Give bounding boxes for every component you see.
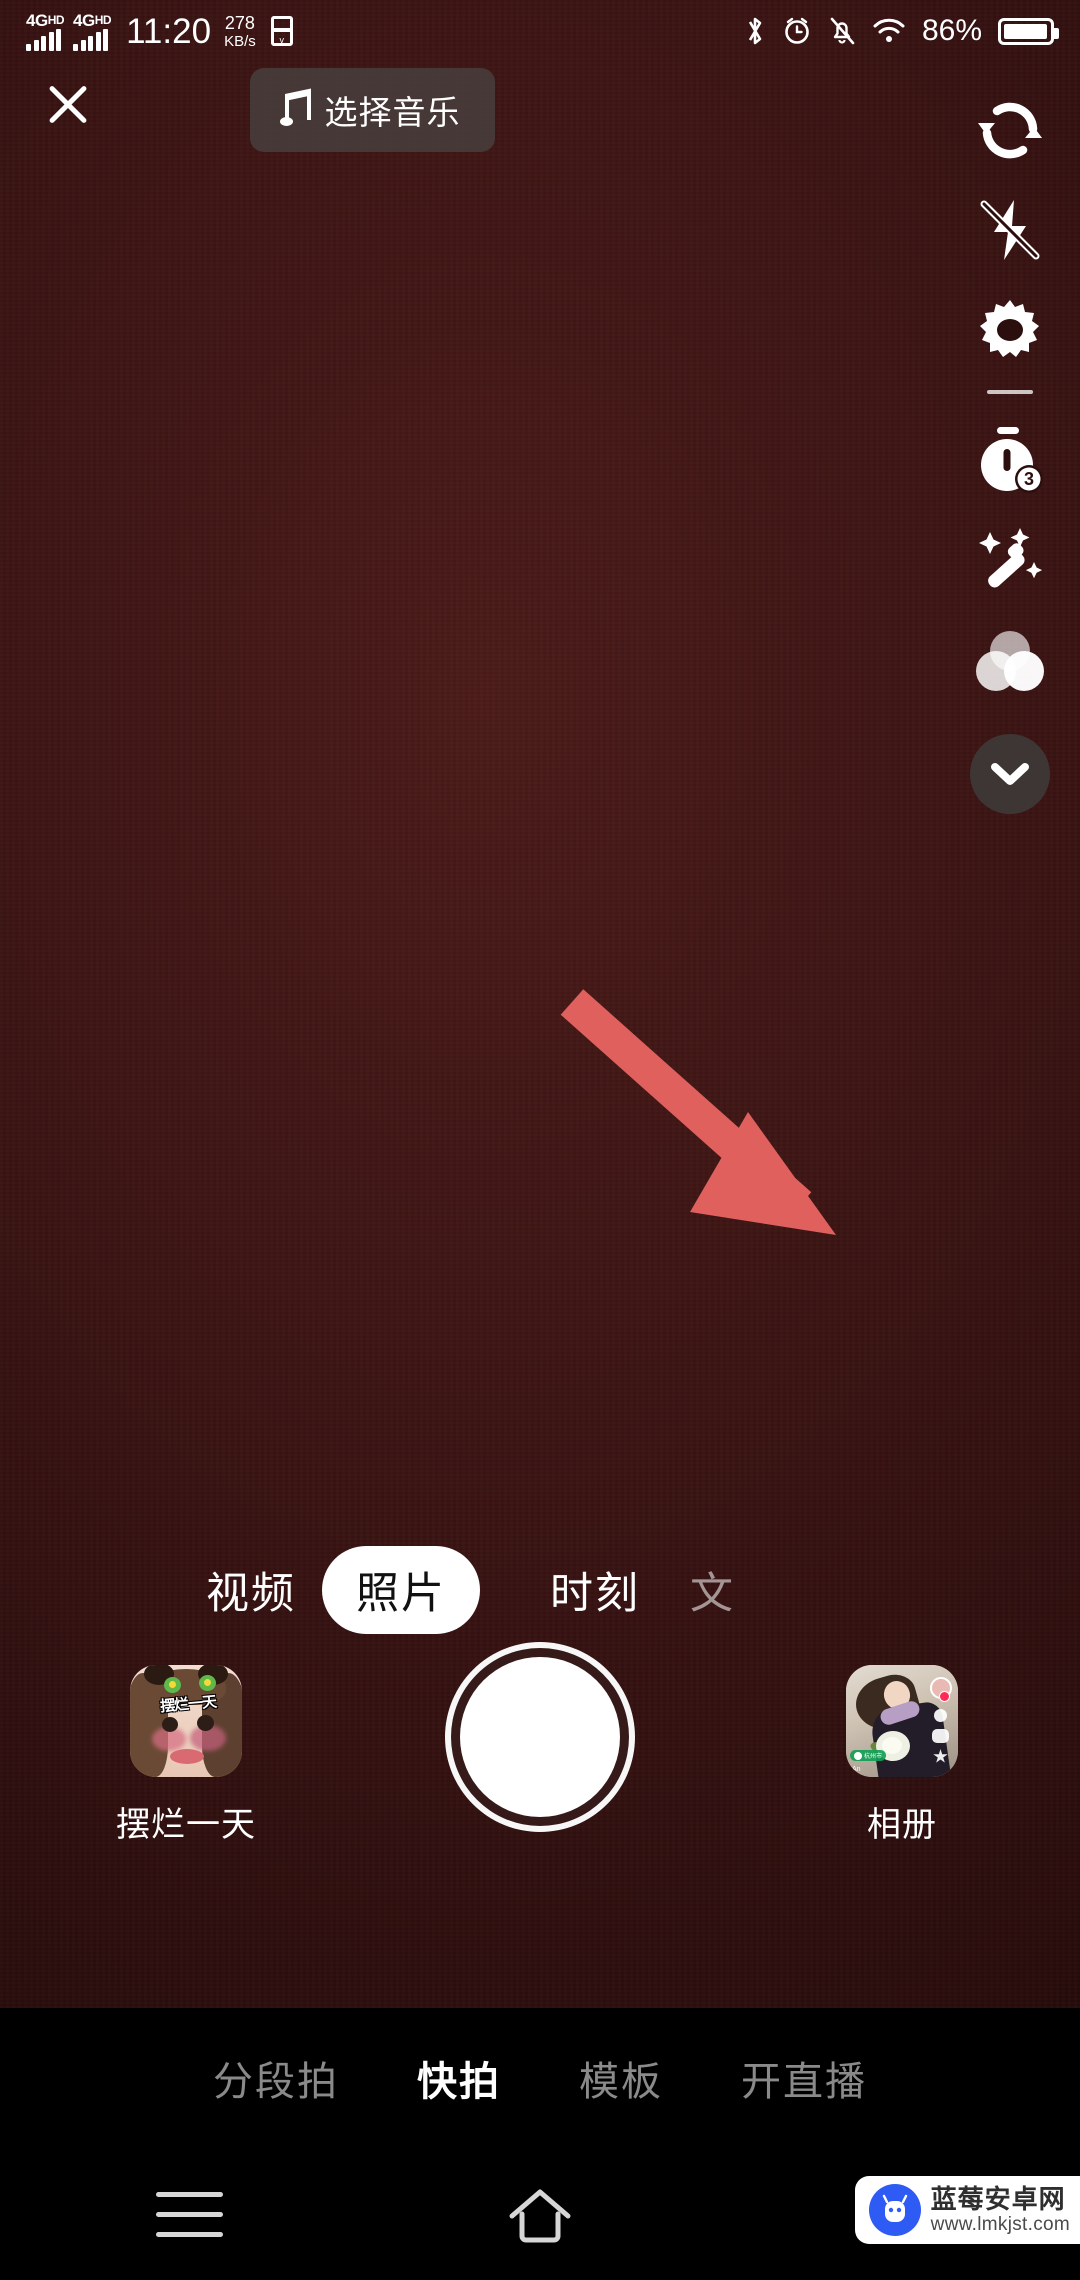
close-icon[interactable]: [34, 70, 102, 138]
gear-icon[interactable]: [955, 280, 1065, 380]
home-icon[interactable]: [500, 2184, 580, 2246]
alarm-icon: [785, 17, 809, 44]
data-rate-unit: KB/s: [224, 32, 256, 50]
effect-label: 摆烂一天: [116, 1806, 256, 1844]
chevron-down-icon: [991, 763, 1029, 785]
status-bar: 4GHD 4GHD 11:20 278 KB/s v 86%: [0, 0, 1080, 62]
album-thumbnail-art: 杭州市 An: [846, 1665, 958, 1777]
mode-text[interactable]: 文: [690, 1549, 736, 1631]
signal-sim1: 4GHD: [26, 10, 65, 51]
tab-template[interactable]: 模板: [579, 2049, 663, 2107]
album-username: An: [852, 1766, 861, 1773]
effect-thumbnail-art: 摆烂一天: [130, 1665, 242, 1777]
flash-off-icon[interactable]: [955, 180, 1065, 280]
network-type-1: 4G: [26, 10, 48, 30]
bluetooth-icon: [748, 17, 762, 45]
menu-icon[interactable]: [150, 2188, 230, 2240]
data-rate-value: 278: [224, 12, 255, 33]
effect-thumbnail: 摆烂一天: [130, 1665, 242, 1777]
mode-moment[interactable]: 时刻: [550, 1549, 640, 1631]
signal-sim2: 4GHD: [73, 10, 112, 51]
site-watermark: 蓝莓安卓网 www.lmkjst.com: [854, 2176, 1080, 2244]
mode-photo[interactable]: 照片: [322, 1546, 480, 1634]
phone-screen: 4GHD 4GHD 11:20 278 KB/s v 86% 选择音乐 3 视频…: [0, 0, 1080, 2280]
album-geo-tag: 杭州市: [850, 1750, 887, 1761]
album-button[interactable]: 杭州市 An 相册: [812, 1665, 992, 1846]
status-clock: 11:20: [126, 11, 212, 51]
watermark-logo-icon: [868, 2184, 921, 2236]
filters-icon[interactable]: [955, 612, 1065, 712]
battery-percent: 86%: [921, 14, 982, 47]
tab-live[interactable]: 开直播: [741, 2049, 867, 2107]
collapse-tools-button[interactable]: [970, 734, 1050, 814]
album-thumbnail: 杭州市 An: [846, 1665, 958, 1777]
network-hd-1: HD: [47, 12, 65, 27]
mode-video[interactable]: 视频: [206, 1549, 296, 1631]
music-note-icon: [279, 88, 311, 126]
flip-camera-icon[interactable]: [955, 80, 1065, 180]
timer-badge: 3: [1024, 469, 1034, 489]
network-type-2: 4G: [73, 10, 95, 30]
tab-quick-shoot[interactable]: 快拍: [417, 2049, 501, 2107]
tab-segment-shoot[interactable]: 分段拍: [213, 2049, 339, 2107]
tool-rail: 3: [940, 80, 1080, 814]
timer-icon[interactable]: 3: [955, 412, 1065, 512]
mode-selector: 视频 照片 时刻 文: [0, 1540, 1080, 1640]
select-music-label: 选择音乐: [324, 94, 461, 131]
mute-bell-icon: [830, 17, 855, 45]
select-music-button[interactable]: 选择音乐: [250, 68, 495, 152]
signal-bars-1: [26, 28, 61, 51]
watermark-url: www.lmkjst.com: [930, 2213, 1070, 2235]
bottom-tab-bar: 分段拍 快拍 模板 开直播: [0, 2008, 1080, 2148]
watermark-title: 蓝莓安卓网: [930, 2183, 1066, 2214]
album-label: 相册: [867, 1806, 937, 1844]
album-geo-text: 杭州市: [864, 1754, 883, 1760]
signal-bars-2: [73, 28, 109, 51]
sim-card-icon: [270, 16, 293, 46]
capture-row: 摆烂一天 摆烂一天 杭州市 An 相册: [0, 1657, 1080, 1955]
battery-icon: [998, 17, 1059, 45]
data-rate: 278 KB/s: [224, 14, 256, 49]
wifi-icon: [873, 18, 905, 42]
shutter-button[interactable]: [460, 1657, 620, 1817]
magic-wand-icon[interactable]: [955, 512, 1065, 612]
rail-divider: [987, 390, 1033, 394]
network-hd-2: HD: [94, 12, 112, 27]
effect-preset-button[interactable]: 摆烂一天 摆烂一天: [96, 1665, 276, 1846]
